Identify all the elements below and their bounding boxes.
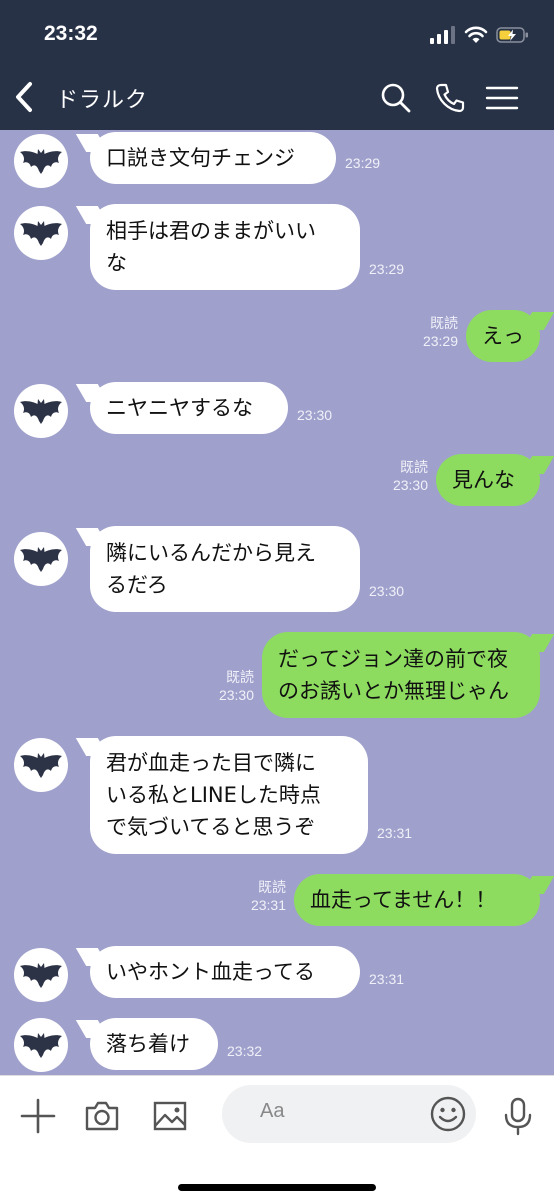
message-text: えっ [482,324,524,348]
message-text: だってジョン達の前で夜 のお誘いとか無理じゃん [278,647,509,703]
message-text: 隣にいるんだから見え るだろ [106,541,316,597]
message-bubble-outgoing[interactable]: だってジョン達の前で夜 のお誘いとか無理じゃん [262,632,540,718]
menu-icon[interactable] [484,80,520,116]
message-text: 口説き文句チェンジ [106,146,295,170]
message-meta: 23:29 [345,154,380,172]
message-meta: 23:31 [377,824,412,842]
message-time: 23:29 [369,261,405,277]
message-meta: 既読 23:31 [251,878,286,914]
bat-icon [20,149,62,174]
bat-icon [20,1033,62,1058]
chat-area[interactable]: 口説き文句チェンジ 23:29 相手は君のままがいいな 23:29 えっ 既読 23:29 ニ… [0,130,554,1075]
message-text: いやホント血走ってる [106,960,315,984]
chat-title: ドラルク [56,88,149,113]
read-receipt: 既読 [258,879,286,895]
header: 23:32 ドラルク [0,0,554,130]
message-bubble-incoming[interactable]: 口説き文句チェンジ [90,132,336,184]
message-bubble-outgoing[interactable]: えっ [466,310,540,362]
plus-icon[interactable] [18,1096,58,1136]
camera-icon[interactable] [82,1096,122,1136]
message-bubble-outgoing[interactable]: 血走ってません！！ [294,874,540,926]
bat-icon [20,221,62,246]
bat-icon [20,753,62,778]
message-meta: 既読 23:30 [219,668,254,704]
message-time: 23:29 [422,333,458,349]
message-time: 23:31 [250,897,286,913]
avatar[interactable] [14,1018,68,1072]
avatar[interactable] [14,384,68,438]
message-meta: 既読 23:30 [393,458,428,494]
bat-icon [20,399,62,424]
message-bubble-incoming[interactable]: 相手は君のままがいいな [90,204,360,290]
message-bubble-incoming[interactable]: 落ち着け [90,1018,218,1070]
chevron-left-icon[interactable] [12,80,38,114]
message-text: 血走ってません！！ [310,888,497,912]
home-indicator [178,1184,376,1191]
avatar[interactable] [14,532,68,586]
message-bubble-incoming[interactable]: いやホント血走ってる [90,946,360,998]
read-receipt: 既読 [430,315,458,331]
image-icon[interactable] [150,1096,190,1136]
message-bubble-outgoing[interactable]: 見んな [436,454,540,506]
message-input[interactable]: Aa [222,1085,476,1143]
message-time: 23:32 [227,1043,263,1059]
message-time: 23:31 [369,971,405,987]
message-meta: 23:30 [297,406,332,424]
message-meta: 既読 23:29 [423,314,458,350]
microphone-icon[interactable] [498,1096,538,1136]
message-time: 23:30 [218,687,254,703]
search-icon[interactable] [378,80,414,116]
message-text: 見んな [452,468,515,492]
avatar[interactable] [14,948,68,1002]
message-meta: 23:29 [369,260,404,278]
status-icons [430,24,530,46]
read-receipt: 既読 [400,459,428,475]
message-meta: 23:30 [369,582,404,600]
message-bubble-incoming[interactable]: ニヤニヤするな [90,382,288,434]
phone-icon[interactable] [432,80,468,116]
message-text: 落ち着け [106,1032,190,1056]
message-time: 23:30 [297,407,333,423]
emoji-icon[interactable] [429,1095,467,1133]
avatar[interactable] [14,206,68,260]
message-time: 23:29 [345,155,381,171]
message-time: 23:30 [369,583,405,599]
input-bar: Aa [0,1075,554,1200]
status-time: 23:32 [44,22,98,45]
message-text: 相手は君のままがいいな [106,219,316,275]
battery-icon [496,27,528,43]
message-text: 君が血走った目で隣に いる私とLINEした時点 で気づいてると思うぞ [106,751,321,839]
wifi-icon [464,26,488,43]
bat-icon [20,963,62,988]
bat-icon [20,547,62,572]
signal-icon [430,26,455,44]
message-bubble-incoming[interactable]: 隣にいるんだから見え るだろ [90,526,360,612]
avatar[interactable] [14,738,68,792]
message-time: 23:31 [377,825,413,841]
message-meta: 23:32 [227,1042,262,1060]
message-meta: 23:31 [369,970,404,988]
input-placeholder: Aa [260,1100,285,1122]
message-bubble-incoming[interactable]: 君が血走った目で隣に いる私とLINEした時点 で気づいてると思うぞ [90,736,368,854]
avatar[interactable] [14,134,68,188]
message-time: 23:30 [392,477,428,493]
message-text: ニヤニヤするな [106,396,253,420]
read-receipt: 既読 [226,669,254,685]
